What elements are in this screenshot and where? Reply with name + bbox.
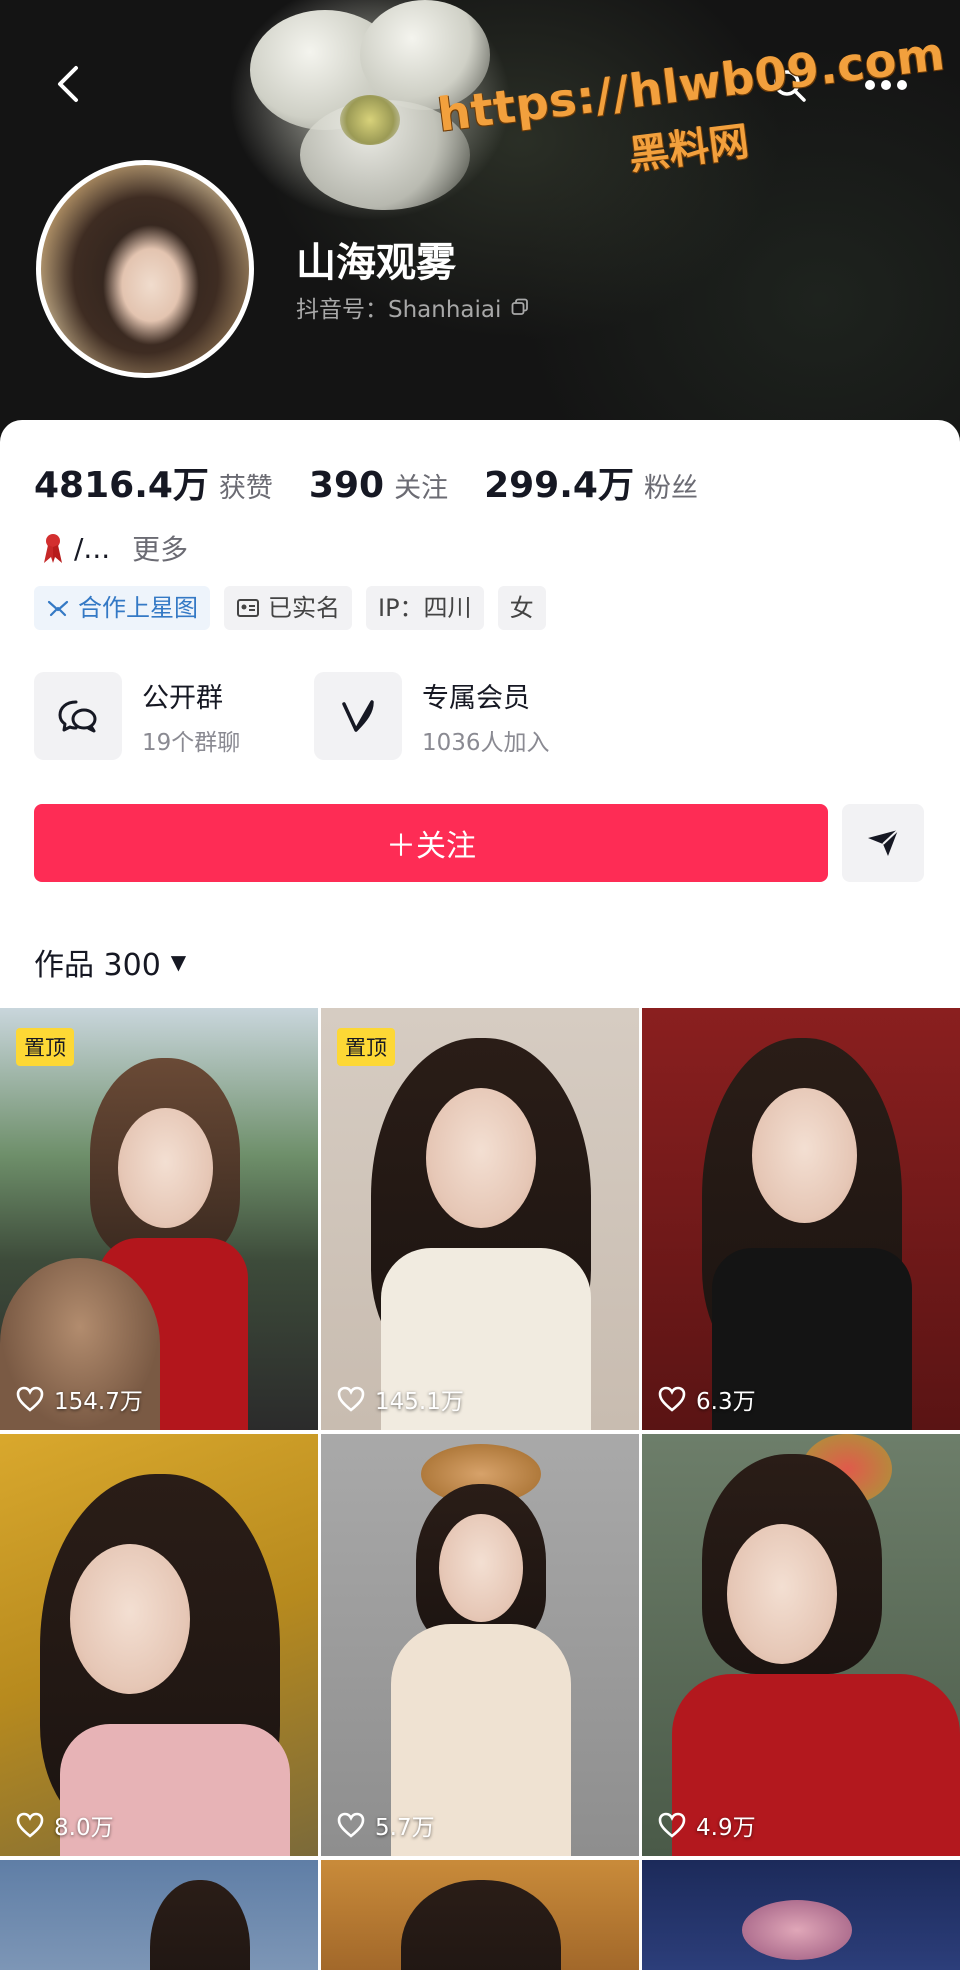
tag-row: 合作上星图 已实名 IP：四川 女 [34, 586, 560, 630]
tag-label: 已实名 [268, 594, 340, 622]
douyin-id[interactable]: 抖音号：Shanhaiai [296, 290, 529, 324]
flower-center [340, 95, 400, 145]
stat-following[interactable]: 390 关注 [309, 465, 448, 506]
stat-value: 4816.4万 [34, 465, 209, 506]
bio[interactable]: /... 更多 [40, 528, 188, 568]
copy-icon[interactable] [511, 298, 529, 316]
chevron-left-icon [58, 66, 78, 102]
message-button[interactable] [842, 804, 924, 882]
like-count-text: 6.3万 [696, 1389, 756, 1415]
feature-subtitle: 19个群聊 [142, 729, 241, 756]
tag-verified[interactable]: 已实名 [224, 586, 352, 630]
bio-text: /... [74, 531, 111, 565]
video-thumbnail[interactable]: 4.9万 [642, 1434, 960, 1856]
caret-down-icon: ▼ [170, 950, 187, 974]
video-thumbnail[interactable]: 置顶 145.1万 [321, 1008, 639, 1430]
tag-label: 合作上星图 [78, 594, 198, 622]
send-icon [868, 829, 899, 856]
heart-icon [16, 1386, 44, 1412]
works-tab[interactable]: 作品 300 ▼ [34, 940, 186, 984]
back-button[interactable] [46, 62, 90, 106]
feature-icon-box [34, 672, 122, 760]
video-thumbnail[interactable]: 6.3万 [642, 1008, 960, 1430]
stat-value: 390 [308, 465, 385, 506]
feature-title: 公开群 [142, 682, 223, 714]
heart-icon [337, 1386, 365, 1412]
xingtu-icon [47, 600, 69, 617]
pinned-badge: 置顶 [16, 1028, 74, 1066]
video-thumbnail[interactable]: 置顶 154.7万 [0, 1008, 318, 1430]
douyin-id-text: 抖音号：Shanhaiai [296, 297, 502, 323]
username: 山海观雾 [296, 240, 456, 286]
like-count-text: 154.7万 [54, 1389, 143, 1415]
id-card-icon [237, 599, 259, 617]
works-tab-label: 作品 300 [34, 948, 161, 983]
tag-gender: 女 [497, 586, 546, 630]
feature-icon-box [314, 672, 402, 760]
follow-button[interactable]: ＋关注 [34, 804, 828, 882]
heart-icon [337, 1812, 365, 1838]
stats-row: 4816.4万 获赞 390 关注 299.4万 粉丝 [34, 456, 734, 508]
tag-ip: IP：四川 [366, 586, 484, 630]
video-thumbnail[interactable] [321, 1860, 639, 1970]
like-count: 6.3万 [658, 1382, 756, 1416]
profile-header: https://hlwb09.com 黑料网 山海观雾 抖音号：Shanhaia… [0, 0, 960, 470]
like-count-text: 4.9万 [696, 1815, 756, 1841]
ribbon-icon [44, 534, 62, 563]
stat-likes[interactable]: 4816.4万 获赞 [34, 456, 273, 508]
bio-more-link[interactable]: 更多 [132, 528, 188, 568]
heart-icon [658, 1386, 686, 1412]
tag-label: IP：四川 [378, 594, 472, 622]
stat-label: 粉丝 [643, 473, 698, 504]
like-count: 145.1万 [337, 1382, 464, 1416]
like-count-text: 145.1万 [375, 1389, 464, 1415]
like-count: 8.0万 [16, 1808, 114, 1842]
public-group-entry[interactable]: 公开群 19个群聊 [34, 672, 240, 760]
like-count: 5.7万 [337, 1808, 435, 1842]
feature-title: 专属会员 [422, 682, 530, 714]
stat-value: 299.4万 [484, 465, 634, 506]
pinned-badge: 置顶 [337, 1028, 395, 1066]
video-thumbnail[interactable]: 8.0万 [0, 1434, 318, 1856]
tag-label: 女 [509, 594, 534, 622]
like-count: 154.7万 [16, 1382, 143, 1416]
feature-subtitle: 1036人加入 [422, 729, 550, 756]
heart-icon [658, 1812, 686, 1838]
membership-entry[interactable]: 专属会员 1036人加入 [314, 672, 550, 760]
video-thumbnail[interactable] [0, 1860, 318, 1970]
like-count-text: 8.0万 [54, 1815, 114, 1841]
tag-xingtu[interactable]: 合作上星图 [34, 586, 210, 630]
stat-label: 关注 [394, 473, 449, 504]
video-thumbnail[interactable] [642, 1860, 960, 1970]
like-count: 4.9万 [658, 1808, 756, 1842]
like-count-text: 5.7万 [375, 1815, 435, 1841]
stat-followers[interactable]: 299.4万 粉丝 [484, 456, 698, 508]
v-icon [342, 700, 374, 732]
video-thumbnail[interactable]: 5.7万 [321, 1434, 639, 1856]
chat-bubble-icon [58, 700, 97, 733]
heart-icon [16, 1812, 44, 1838]
watermark: https://hlwb09.com 黑料网 [435, 26, 948, 204]
avatar[interactable] [36, 160, 254, 378]
stat-label: 获赞 [218, 473, 273, 504]
